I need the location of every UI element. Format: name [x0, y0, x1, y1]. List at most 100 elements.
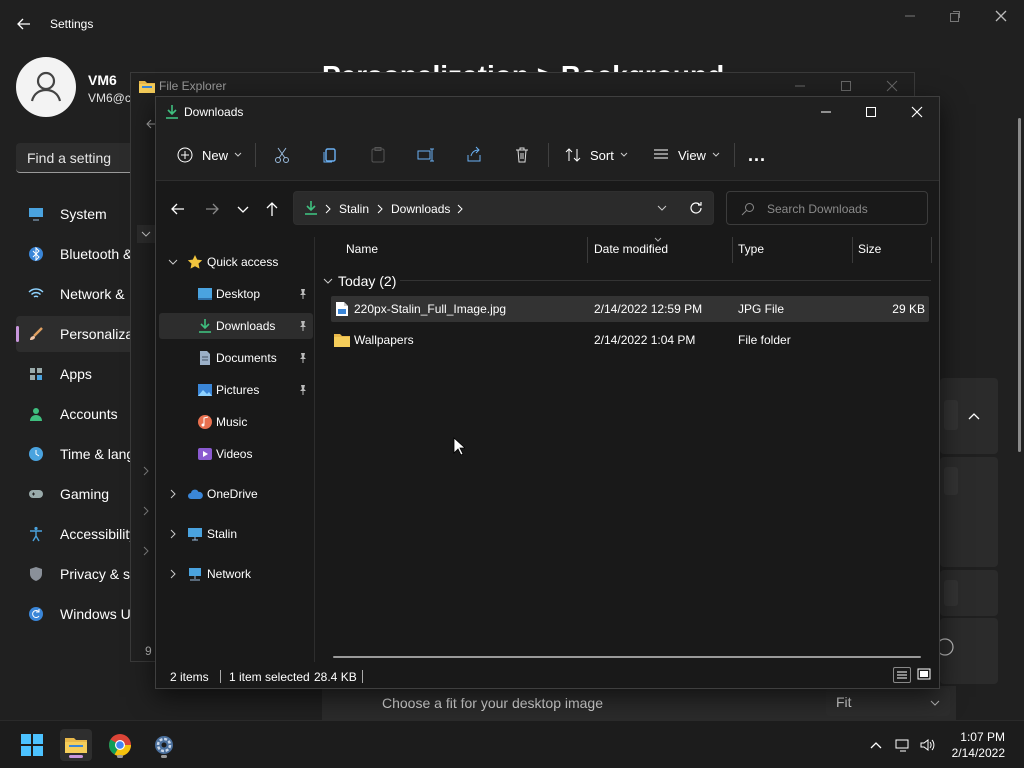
breadcrumb-downloads[interactable]: Downloads	[391, 202, 450, 216]
tray-overflow-icon[interactable]	[868, 737, 884, 753]
nav-item-pictures[interactable]: Pictures	[159, 377, 313, 403]
accessibility-icon	[30, 526, 42, 542]
column-name[interactable]: Name	[346, 242, 378, 256]
column-divider[interactable]	[732, 237, 733, 263]
chevron-right-icon[interactable]	[167, 568, 179, 580]
column-type[interactable]: Type	[738, 242, 764, 256]
breadcrumb-stalin[interactable]: Stalin	[339, 202, 369, 216]
new-button[interactable]: New	[176, 139, 242, 171]
file-explorer-window[interactable]: Downloads New Sort View ... Stalin Downl…	[155, 96, 940, 689]
column-size[interactable]: Size	[858, 242, 881, 256]
recent-locations-button[interactable]	[233, 199, 253, 219]
chevron-down-icon[interactable]	[656, 202, 668, 214]
nav-item-download[interactable]: Downloads	[159, 313, 313, 339]
nav-this-pc[interactable]: Stalin	[159, 521, 313, 547]
settings-title: Settings	[50, 17, 94, 31]
more-options-button[interactable]: ...	[748, 139, 766, 171]
pin-icon[interactable]	[297, 384, 309, 396]
nav-item-videos[interactable]: Videos	[159, 441, 313, 467]
address-bar[interactable]: Stalin Downloads	[293, 191, 714, 225]
group-header-today[interactable]: Today (2)	[323, 273, 396, 289]
chevron-right-icon[interactable]	[376, 204, 384, 214]
nav-quick-access[interactable]: Quick access	[159, 249, 313, 275]
chevron-up-icon[interactable]	[967, 409, 981, 423]
background-card[interactable]	[940, 378, 998, 454]
card-control[interactable]	[944, 467, 958, 495]
chevron-right-icon[interactable]	[324, 204, 332, 214]
cut-button[interactable]	[273, 139, 291, 171]
chevron-right-icon[interactable]	[456, 204, 464, 214]
taskbar-file-explorer[interactable]	[60, 729, 92, 761]
chevron-right-icon[interactable]	[167, 528, 179, 540]
nav-network[interactable]: Network	[159, 561, 313, 587]
share-button[interactable]	[465, 139, 483, 171]
apps-icon	[30, 368, 42, 380]
rename-button[interactable]	[417, 139, 435, 171]
column-date-modified[interactable]: Date modified	[594, 242, 668, 256]
nav-item-document[interactable]: Documents	[159, 345, 313, 371]
view-label: View	[678, 147, 706, 163]
chevron-down-icon[interactable]	[167, 256, 179, 268]
maximize-icon[interactable]	[864, 105, 878, 119]
taskbar-chrome[interactable]	[104, 729, 136, 761]
document-icon	[200, 351, 210, 365]
nav-onedrive[interactable]: OneDrive	[159, 481, 313, 507]
paste-button[interactable]	[369, 139, 387, 171]
taskbar-settings[interactable]	[148, 729, 180, 761]
pin-icon[interactable]	[297, 320, 309, 332]
settings-minimize-icon[interactable]	[902, 8, 918, 24]
titlebar[interactable]: Downloads	[156, 97, 939, 127]
network-status-icon[interactable]	[895, 737, 911, 753]
sort-button[interactable]: Sort	[564, 139, 628, 171]
copy-button[interactable]	[321, 139, 339, 171]
file-row[interactable]: 220px-Stalin_Full_Image.jpg 2/14/2022 12:…	[331, 296, 929, 322]
minimize-icon[interactable]	[819, 105, 833, 119]
nav-item-music[interactable]: Music	[159, 409, 313, 435]
close-icon[interactable]	[910, 105, 924, 119]
details-view-button[interactable]	[893, 667, 911, 683]
column-divider[interactable]	[587, 237, 588, 263]
horizontal-scrollbar[interactable]	[333, 656, 921, 658]
settings-close-icon[interactable]	[993, 8, 1009, 24]
back-button[interactable]	[168, 199, 188, 219]
search-box[interactable]: Search Downloads	[726, 191, 928, 225]
forward-button[interactable]	[202, 199, 222, 219]
back-window-title: File Explorer	[159, 79, 227, 93]
card-control[interactable]	[944, 580, 958, 606]
pin-icon[interactable]	[297, 288, 309, 300]
fit-dropdown[interactable]: Fit	[826, 688, 950, 716]
view-button[interactable]: View	[652, 139, 720, 171]
start-button[interactable]	[16, 729, 48, 761]
avatar[interactable]	[16, 57, 76, 117]
chevron-right-icon[interactable]	[141, 506, 151, 516]
chevron-right-icon[interactable]	[167, 488, 179, 500]
up-button[interactable]	[262, 199, 282, 219]
delete-button[interactable]	[513, 139, 531, 171]
sidebar-item-label: Time & lang	[60, 446, 135, 462]
settings-scrollbar[interactable]	[1018, 118, 1021, 452]
download-icon	[305, 201, 317, 215]
column-divider[interactable]	[852, 237, 853, 263]
chevron-right-icon[interactable]	[141, 466, 151, 476]
arrow-left-icon	[171, 203, 184, 215]
column-divider[interactable]	[931, 237, 932, 263]
tiles-view-button[interactable]	[916, 667, 934, 683]
chevron-right-icon[interactable]	[141, 546, 151, 556]
refresh-icon[interactable]	[688, 200, 704, 216]
settings-restore-icon[interactable]	[947, 8, 963, 24]
sort-icon	[565, 148, 581, 162]
card-control[interactable]	[944, 400, 958, 430]
back-close-icon[interactable]	[885, 79, 899, 93]
back-nav-collapse[interactable]	[137, 225, 155, 243]
back-minimize-icon[interactable]	[793, 79, 807, 93]
back-maximize-icon[interactable]	[839, 79, 853, 93]
clock[interactable]: 1:07 PM 2/14/2022	[952, 729, 1005, 761]
settings-card-4	[936, 618, 998, 684]
back-arrow-icon[interactable]	[16, 16, 32, 32]
clock-date: 2/14/2022	[951, 746, 1005, 760]
pin-icon[interactable]	[297, 352, 309, 364]
file-row[interactable]: Wallpapers 2/14/2022 1:04 PM File folder	[331, 327, 929, 353]
nav-item-desktop[interactable]: Desktop	[159, 281, 313, 307]
volume-icon[interactable]	[919, 737, 935, 753]
sidebar-item-label: Network &	[60, 286, 125, 302]
